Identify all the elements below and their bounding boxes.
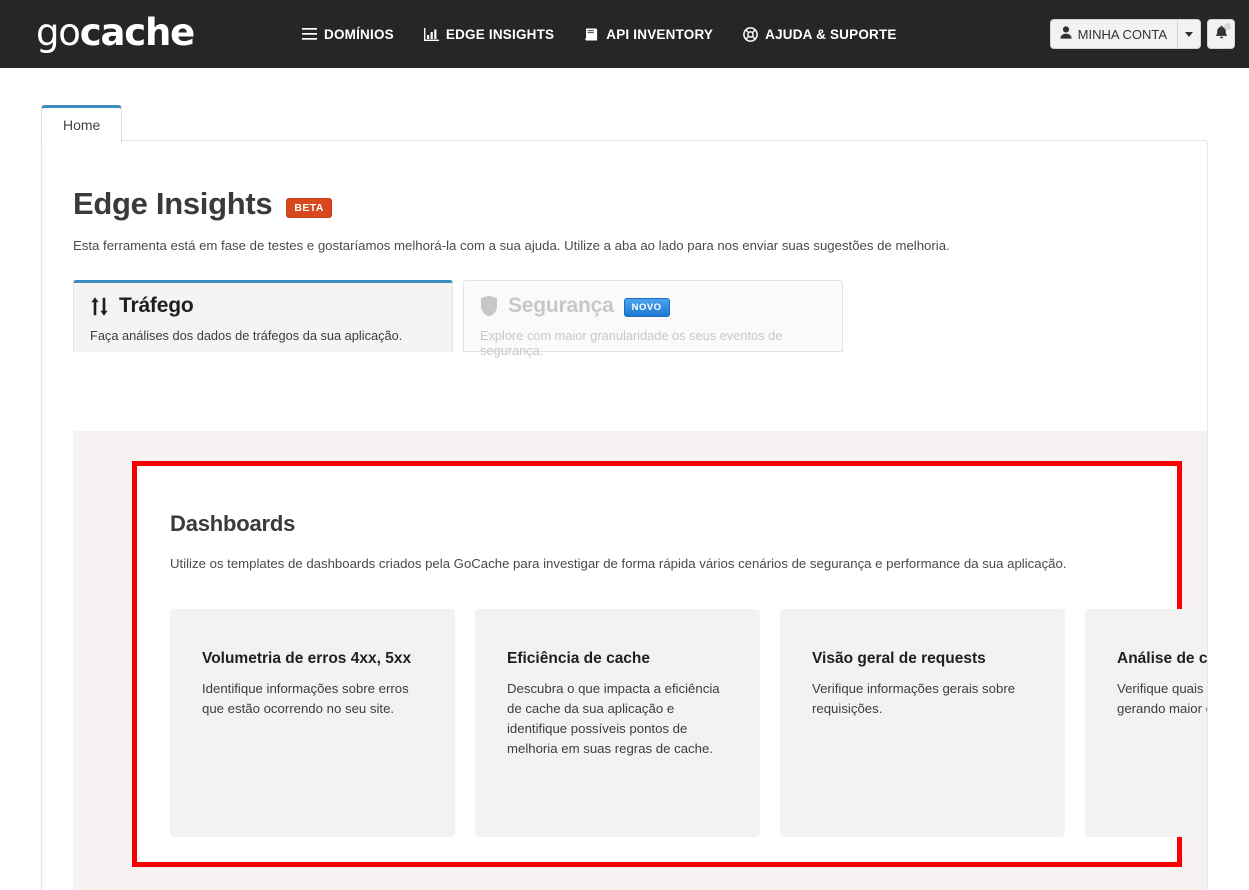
section-tab-seguranca-desc: Explore com maior granularidade os seus … [480, 328, 783, 358]
section-tab-seguranca[interactable]: Segurança NOVO Explore com maior granula… [463, 280, 843, 358]
beta-badge: BETA [286, 198, 332, 218]
section-tab-seguranca-head: Segurança NOVO [480, 294, 842, 318]
book-icon [584, 27, 599, 41]
nav-item-ajuda-suporte[interactable]: AJUDA & SUPORTE [743, 27, 897, 42]
section-tabs: Tráfego Faça análises dos dados de tráfe… [42, 253, 1207, 358]
notification-indicator-dot [1224, 23, 1231, 30]
notifications-button[interactable] [1207, 19, 1235, 49]
navbar-right-actions: MINHA CONTA [1049, 19, 1235, 49]
page-body: Home Edge Insights BETA Esta ferramenta … [0, 68, 1249, 890]
section-tab-trafego[interactable]: Tráfego Faça análises dos dados de tráfe… [73, 280, 453, 352]
user-icon [1060, 26, 1072, 42]
dashboard-card-row: Volumetria de erros 4xx, 5xx Identifique… [137, 571, 1207, 837]
dashboard-card-analise-consumo-dados[interactable]: Análise de consumo de dados Verifique qu… [1085, 609, 1208, 837]
nav-item-ajuda-suporte-label: AJUDA & SUPORTE [765, 26, 897, 42]
dashboard-card-desc: Descubra o que impacta a eficiência de c… [507, 681, 720, 757]
dashboards-subtitle: Utilize os templates de dashboards criad… [170, 556, 1067, 571]
dashboard-card-volumetria-erros[interactable]: Volumetria de erros 4xx, 5xx Identifique… [170, 609, 455, 837]
dashboard-card-visao-geral-requests[interactable]: Visão geral de requests Verifique inform… [780, 609, 1065, 837]
section-tab-seguranca-label: Segurança [508, 294, 614, 317]
tab-content-area: Análises Dashboards Utilize os templates… [73, 431, 1207, 890]
nav-item-dominios-label: DOMÍNIOS [324, 26, 394, 42]
novo-badge: NOVO [623, 297, 670, 317]
dashboard-card-desc: Identifique informações sobre erros que … [202, 681, 409, 717]
life-ring-icon [743, 26, 758, 42]
arrows-up-down-icon [90, 296, 109, 317]
logo-text-go: go [36, 10, 81, 54]
nav-item-dominios[interactable]: DOMÍNIOS [302, 27, 394, 42]
nav-item-edge-insights[interactable]: EDGE INSIGHTS [423, 26, 555, 42]
dashboard-card-desc: Verifique quais recursos que estão geran… [1117, 681, 1207, 717]
account-dropdown-toggle[interactable] [1177, 19, 1201, 49]
tab-home[interactable]: Home [41, 105, 123, 143]
nav-item-api-inventory-label: API INVENTORY [606, 26, 714, 42]
minha-conta-button[interactable]: MINHA CONTA [1049, 19, 1177, 49]
shield-icon [480, 295, 498, 317]
tabstrip: Home [41, 105, 123, 143]
dashboards-annotation-highlight: Dashboards Utilize os templates de dashb… [132, 461, 1207, 867]
section-tab-trafego-label: Tráfego [119, 294, 194, 317]
section-tab-trafego-head: Tráfego [90, 294, 452, 318]
dashboard-card-title: Eficiência de cache [507, 650, 651, 667]
content-panel: Edge Insights BETA Esta ferramenta está … [41, 140, 1208, 890]
nav-item-api-inventory[interactable]: API INVENTORY [584, 27, 713, 42]
page-title-row: Edge Insights BETA [42, 141, 1207, 222]
section-tab-trafego-desc: Faça análises dos dados de tráfegos da s… [90, 328, 403, 343]
dashboards-title: Dashboards [170, 511, 296, 536]
page-subtitle: Esta ferramenta está em fase de testes e… [73, 238, 950, 253]
dashboard-card-desc: Verifique informações gerais sobre requi… [812, 681, 1016, 717]
dashboard-card-eficiencia-cache[interactable]: Eficiência de cache Descubra o que impac… [475, 609, 760, 837]
minha-conta-label: MINHA CONTA [1077, 26, 1167, 42]
dashboard-card-title: Volumetria de erros 4xx, 5xx [202, 650, 412, 667]
tab-home-label: Home [63, 117, 101, 133]
hamburger-icon [302, 27, 318, 41]
dashboard-card-title: Análise de consumo de dados [1117, 650, 1208, 667]
logo-text-cache: cache [79, 10, 195, 54]
top-navbar: gocache DOMÍNIOS EDGE INSIGHTS API INVEN… [0, 0, 1249, 68]
bar-chart-icon [423, 27, 439, 41]
caret-down-icon [1185, 31, 1193, 37]
nav-links: DOMÍNIOS EDGE INSIGHTS API INVENTORY AJU… [302, 27, 897, 42]
gocache-logo[interactable]: gocache [36, 10, 195, 55]
account-button-group: MINHA CONTA [1049, 19, 1201, 49]
dashboard-card-title: Visão geral de requests [812, 650, 986, 667]
page-title: Edge Insights [73, 186, 273, 221]
nav-item-edge-insights-label: EDGE INSIGHTS [445, 26, 555, 42]
